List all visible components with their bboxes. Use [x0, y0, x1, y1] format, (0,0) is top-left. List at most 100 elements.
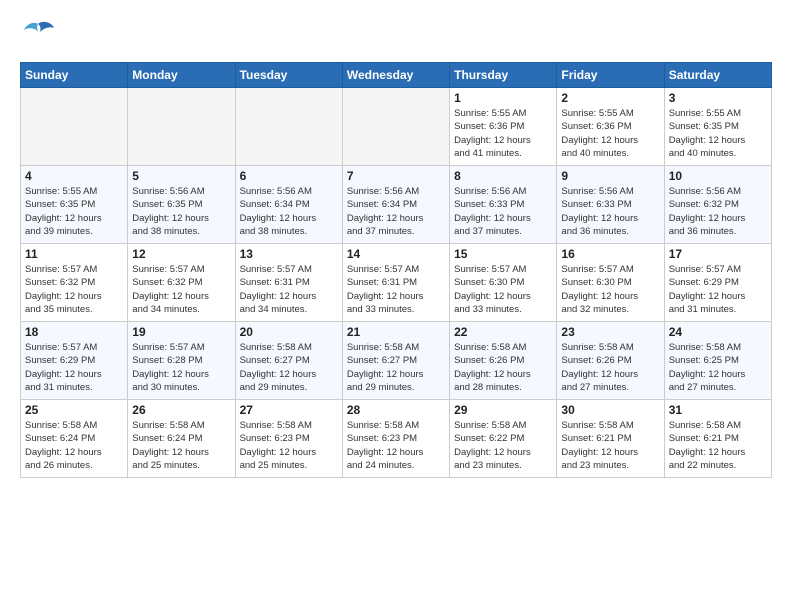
calendar-cell: 8 Sunrise: 5:56 AM Sunset: 6:33 PM Daylig…	[450, 166, 557, 244]
calendar-cell: 5 Sunrise: 5:56 AM Sunset: 6:35 PM Daylig…	[128, 166, 235, 244]
weekday-header-row: SundayMondayTuesdayWednesdayThursdayFrid…	[21, 63, 772, 88]
calendar-cell: 23Sunrise: 5:58 AM Sunset: 6:26 PM Dayli…	[557, 322, 664, 400]
day-number: 31	[669, 403, 767, 417]
calendar-cell: 7Sunrise: 5:56 AM Sunset: 6:34 PM Daylig…	[342, 166, 449, 244]
calendar-week-5: 25Sunrise: 5:58 AM Sunset: 6:24 PM Dayli…	[21, 400, 772, 478]
calendar-cell: 18 Sunrise: 5:57 AM Sunset: 6:29 PM Dayli…	[21, 322, 128, 400]
calendar-cell: 17 Sunrise: 5:57 AM Sunset: 6:29 PM Dayli…	[664, 244, 771, 322]
calendar-cell	[342, 88, 449, 166]
day-info: Sunrise: 5:57 AM Sunset: 6:31 PM Dayligh…	[347, 263, 445, 316]
day-number: 3	[669, 91, 767, 105]
weekday-header-wednesday: Wednesday	[342, 63, 449, 88]
day-info: Sunrise: 5:57 AM Sunset: 6:30 PM Dayligh…	[561, 263, 659, 316]
day-info: Sunrise: 5:57 AM Sunset: 6:32 PM Dayligh…	[25, 263, 123, 316]
calendar-cell	[128, 88, 235, 166]
day-number: 14	[347, 247, 445, 261]
day-number: 4	[25, 169, 123, 183]
day-info: Sunrise: 5:58 AM Sunset: 6:25 PM Dayligh…	[669, 341, 767, 394]
weekday-header-sunday: Sunday	[21, 63, 128, 88]
calendar-cell: 26Sunrise: 5:58 AM Sunset: 6:24 PM Dayli…	[128, 400, 235, 478]
calendar-cell: 31 Sunrise: 5:58 AM Sunset: 6:21 PM Dayli…	[664, 400, 771, 478]
logo	[20, 16, 62, 52]
day-number: 17	[669, 247, 767, 261]
day-number: 1	[454, 91, 552, 105]
weekday-header-tuesday: Tuesday	[235, 63, 342, 88]
day-number: 28	[347, 403, 445, 417]
calendar-cell: 15 Sunrise: 5:57 AM Sunset: 6:30 PM Dayli…	[450, 244, 557, 322]
calendar-cell	[235, 88, 342, 166]
day-info: Sunrise: 5:58 AM Sunset: 6:23 PM Dayligh…	[240, 419, 338, 472]
calendar-week-4: 18 Sunrise: 5:57 AM Sunset: 6:29 PM Dayli…	[21, 322, 772, 400]
day-number: 23	[561, 325, 659, 339]
day-number: 18	[25, 325, 123, 339]
day-number: 9	[561, 169, 659, 183]
calendar-cell: 27 Sunrise: 5:58 AM Sunset: 6:23 PM Dayli…	[235, 400, 342, 478]
page: SundayMondayTuesdayWednesdayThursdayFrid…	[0, 0, 792, 612]
weekday-header-friday: Friday	[557, 63, 664, 88]
calendar-cell: 30Sunrise: 5:58 AM Sunset: 6:21 PM Dayli…	[557, 400, 664, 478]
day-number: 15	[454, 247, 552, 261]
day-number: 16	[561, 247, 659, 261]
day-info: Sunrise: 5:58 AM Sunset: 6:26 PM Dayligh…	[454, 341, 552, 394]
calendar-cell: 3 Sunrise: 5:55 AM Sunset: 6:35 PM Daylig…	[664, 88, 771, 166]
calendar-cell: 12 Sunrise: 5:57 AM Sunset: 6:32 PM Dayli…	[128, 244, 235, 322]
day-info: Sunrise: 5:55 AM Sunset: 6:36 PM Dayligh…	[454, 107, 552, 160]
day-number: 30	[561, 403, 659, 417]
calendar-cell: 14 Sunrise: 5:57 AM Sunset: 6:31 PM Dayli…	[342, 244, 449, 322]
calendar-cell: 9 Sunrise: 5:56 AM Sunset: 6:33 PM Daylig…	[557, 166, 664, 244]
calendar-cell: 1 Sunrise: 5:55 AM Sunset: 6:36 PM Daylig…	[450, 88, 557, 166]
calendar-cell	[21, 88, 128, 166]
day-number: 11	[25, 247, 123, 261]
day-info: Sunrise: 5:58 AM Sunset: 6:24 PM Dayligh…	[25, 419, 123, 472]
day-info: Sunrise: 5:57 AM Sunset: 6:29 PM Dayligh…	[669, 263, 767, 316]
day-info: Sunrise: 5:58 AM Sunset: 6:21 PM Dayligh…	[669, 419, 767, 472]
calendar-cell: 22Sunrise: 5:58 AM Sunset: 6:26 PM Dayli…	[450, 322, 557, 400]
day-number: 20	[240, 325, 338, 339]
calendar-cell: 28 Sunrise: 5:58 AM Sunset: 6:23 PM Dayli…	[342, 400, 449, 478]
calendar-cell: 24Sunrise: 5:58 AM Sunset: 6:25 PM Dayli…	[664, 322, 771, 400]
calendar: SundayMondayTuesdayWednesdayThursdayFrid…	[20, 62, 772, 478]
day-info: Sunrise: 5:58 AM Sunset: 6:23 PM Dayligh…	[347, 419, 445, 472]
day-info: Sunrise: 5:57 AM Sunset: 6:28 PM Dayligh…	[132, 341, 230, 394]
day-number: 27	[240, 403, 338, 417]
day-number: 21	[347, 325, 445, 339]
calendar-cell: 10Sunrise: 5:56 AM Sunset: 6:32 PM Dayli…	[664, 166, 771, 244]
day-number: 26	[132, 403, 230, 417]
day-info: Sunrise: 5:56 AM Sunset: 6:34 PM Dayligh…	[240, 185, 338, 238]
calendar-cell: 11 Sunrise: 5:57 AM Sunset: 6:32 PM Dayli…	[21, 244, 128, 322]
header	[20, 16, 772, 52]
day-number: 7	[347, 169, 445, 183]
calendar-cell: 20Sunrise: 5:58 AM Sunset: 6:27 PM Dayli…	[235, 322, 342, 400]
day-info: Sunrise: 5:58 AM Sunset: 6:27 PM Dayligh…	[347, 341, 445, 394]
day-info: Sunrise: 5:55 AM Sunset: 6:36 PM Dayligh…	[561, 107, 659, 160]
calendar-cell: 19 Sunrise: 5:57 AM Sunset: 6:28 PM Dayli…	[128, 322, 235, 400]
day-info: Sunrise: 5:57 AM Sunset: 6:31 PM Dayligh…	[240, 263, 338, 316]
weekday-header-monday: Monday	[128, 63, 235, 88]
logo-icon	[20, 16, 56, 52]
calendar-cell: 25Sunrise: 5:58 AM Sunset: 6:24 PM Dayli…	[21, 400, 128, 478]
day-info: Sunrise: 5:57 AM Sunset: 6:29 PM Dayligh…	[25, 341, 123, 394]
day-info: Sunrise: 5:56 AM Sunset: 6:32 PM Dayligh…	[669, 185, 767, 238]
day-info: Sunrise: 5:57 AM Sunset: 6:32 PM Dayligh…	[132, 263, 230, 316]
calendar-cell: 6Sunrise: 5:56 AM Sunset: 6:34 PM Daylig…	[235, 166, 342, 244]
day-number: 12	[132, 247, 230, 261]
day-number: 5	[132, 169, 230, 183]
day-info: Sunrise: 5:56 AM Sunset: 6:33 PM Dayligh…	[454, 185, 552, 238]
day-info: Sunrise: 5:55 AM Sunset: 6:35 PM Dayligh…	[25, 185, 123, 238]
day-info: Sunrise: 5:56 AM Sunset: 6:33 PM Dayligh…	[561, 185, 659, 238]
day-number: 8	[454, 169, 552, 183]
day-info: Sunrise: 5:55 AM Sunset: 6:35 PM Dayligh…	[669, 107, 767, 160]
calendar-cell: 4 Sunrise: 5:55 AM Sunset: 6:35 PM Daylig…	[21, 166, 128, 244]
calendar-week-2: 4 Sunrise: 5:55 AM Sunset: 6:35 PM Daylig…	[21, 166, 772, 244]
calendar-week-1: 1 Sunrise: 5:55 AM Sunset: 6:36 PM Daylig…	[21, 88, 772, 166]
calendar-cell: 29Sunrise: 5:58 AM Sunset: 6:22 PM Dayli…	[450, 400, 557, 478]
calendar-cell: 13Sunrise: 5:57 AM Sunset: 6:31 PM Dayli…	[235, 244, 342, 322]
day-info: Sunrise: 5:56 AM Sunset: 6:35 PM Dayligh…	[132, 185, 230, 238]
day-number: 19	[132, 325, 230, 339]
weekday-header-thursday: Thursday	[450, 63, 557, 88]
weekday-header-saturday: Saturday	[664, 63, 771, 88]
day-info: Sunrise: 5:57 AM Sunset: 6:30 PM Dayligh…	[454, 263, 552, 316]
day-number: 2	[561, 91, 659, 105]
calendar-cell: 16 Sunrise: 5:57 AM Sunset: 6:30 PM Dayli…	[557, 244, 664, 322]
day-info: Sunrise: 5:58 AM Sunset: 6:22 PM Dayligh…	[454, 419, 552, 472]
